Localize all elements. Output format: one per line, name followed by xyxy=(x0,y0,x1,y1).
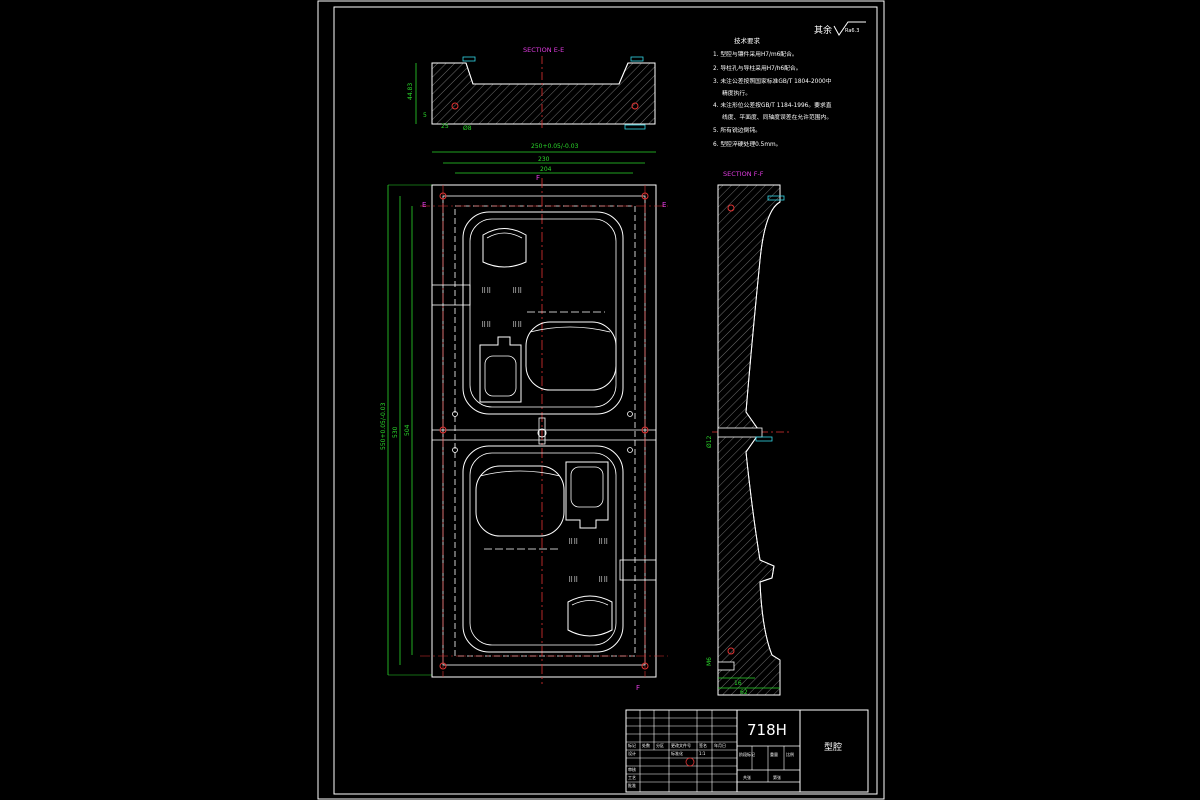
lower-basin xyxy=(475,465,565,537)
section-marker: E xyxy=(662,201,666,209)
upper-pocket xyxy=(482,228,527,268)
ejector-hole xyxy=(627,411,633,417)
dimension-label: 550+0.05/-0.03 xyxy=(380,402,387,450)
stage-label: 比例 xyxy=(786,751,794,757)
title-block: 718H 型腔 标记 处数 分区 更改文件号 签名 年月日 设计 审核 工艺 批… xyxy=(625,709,869,793)
dimension-label: 230 xyxy=(538,156,550,163)
dimension-label: 504 xyxy=(404,424,411,436)
texture-mark-icon: ⠿⠿ xyxy=(598,576,608,584)
note-line: 精度执行。 xyxy=(722,89,751,97)
dimension-label: 204 xyxy=(540,166,552,173)
material-label: 718H xyxy=(747,721,787,739)
header-cell: 更改文件号 xyxy=(671,742,691,748)
lower-slot-inner xyxy=(570,466,604,508)
roughness-value: Ra6.3 xyxy=(845,28,859,34)
note-line: 6. 型腔淬硬处理0.5mm。 xyxy=(713,140,781,148)
sign-label: 审核 xyxy=(628,766,636,772)
header-cell: 签名 xyxy=(699,742,707,748)
upper-cavity-inner xyxy=(469,218,617,408)
upper-pocket-edge xyxy=(486,232,523,239)
section-marker: E xyxy=(422,201,426,209)
texture-mark-icon: ⠿⠿ xyxy=(598,538,608,546)
dimension-label: 16 xyxy=(734,680,742,687)
upper-basin xyxy=(525,321,617,391)
plate-outline xyxy=(431,184,657,678)
datum-flag xyxy=(624,124,646,130)
dimension-label: 25 xyxy=(441,123,449,130)
upper-slot-inner xyxy=(484,355,517,397)
sign-label: 工艺 xyxy=(628,775,636,780)
dimension-label: 530 xyxy=(392,426,399,438)
sheet-inner-frame xyxy=(333,6,878,795)
stage-label: 阶段标记 xyxy=(739,751,755,757)
header-cell: 标记 xyxy=(628,742,636,748)
datum-flag xyxy=(462,56,476,62)
dimension-label: 250+0.05/-0.03 xyxy=(531,143,579,150)
thread-hole xyxy=(717,661,735,671)
plan-view: 250+0.05/-0.03 230 204 550+0.05/-0.03 53… xyxy=(380,143,668,692)
dimension-label: 5 xyxy=(423,112,427,119)
dimension-label: Ø8 xyxy=(463,125,472,132)
section-marker: F xyxy=(536,174,540,182)
sign-label: 批准 xyxy=(628,782,636,788)
scale-cell: 1:1 xyxy=(699,751,706,756)
texture-mark-icon: ⠿⠿ xyxy=(481,287,491,295)
note-line: 2. 导柱孔与导柱采用H7/h6配合。 xyxy=(713,64,802,72)
upper-cavity xyxy=(462,211,624,415)
section-ee-view: SECTION E-E 44.83 5 25 Ø8 xyxy=(407,46,656,132)
sprue-bore xyxy=(717,427,763,438)
section-ee-body xyxy=(431,62,656,125)
approval-stamp-icon xyxy=(685,757,695,767)
sheet-label: 第张 xyxy=(773,774,781,780)
notes-heading: 技术要求 xyxy=(734,36,761,45)
lower-pocket xyxy=(567,595,613,637)
side-runner xyxy=(431,284,471,306)
dimension-label: Ø12 xyxy=(706,435,713,448)
texture-mark-icon: ⠿⠿ xyxy=(481,321,491,329)
datum-flag xyxy=(755,436,773,442)
part-name-label: 型腔 xyxy=(824,741,842,753)
section-ff-view: SECTION F-F Ø12 M6 16 62 xyxy=(706,170,790,696)
note-line: 3. 未注公差按照国家标准GB/T 1804-2000中 xyxy=(713,77,832,85)
texture-mark-icon: ⠿⠿ xyxy=(568,538,578,546)
ejector-hole xyxy=(627,447,633,453)
note-line: 1. 型腔与镶件采用H7/m6配合。 xyxy=(713,50,798,58)
lower-basin-edge xyxy=(479,470,561,477)
datum-flag xyxy=(630,56,644,62)
stage-label: 重量 xyxy=(770,751,778,757)
note-line: 4. 未注形位公差按GB/T 1184-1996。要求直 xyxy=(713,101,832,109)
side-runner xyxy=(619,559,657,581)
insert-outline xyxy=(442,195,646,666)
scale-cell: 标准化 xyxy=(671,750,683,756)
section-ff-body xyxy=(717,184,781,696)
texture-mark-icon: ⠿⠿ xyxy=(512,287,522,295)
texture-mark-icon: ⠿⠿ xyxy=(512,321,522,329)
section-ee-title: SECTION E-E xyxy=(523,46,564,54)
technical-notes: 技术要求 1. 型腔与镶件采用H7/m6配合。 2. 导柱孔与导柱采用H7/h6… xyxy=(713,36,832,148)
note-line: 线度、平面度、同轴度误差在允许范围内。 xyxy=(722,113,832,121)
dimension-label: 62 xyxy=(740,689,748,696)
section-marker: F xyxy=(636,684,640,692)
dimension-label: 44.83 xyxy=(407,83,414,100)
lower-pocket-edge xyxy=(571,600,609,606)
section-ee-cavity-edge xyxy=(465,62,629,85)
roughness-symbol: 其余 Ra6.3 xyxy=(814,21,866,36)
roughness-label: 其余 xyxy=(814,24,832,36)
sheet-label: 共张 xyxy=(743,774,751,780)
cad-drawing-sheet: 其余 Ra6.3 技术要求 1. 型腔与镶件采用H7/m6配合。 2. 导柱孔与… xyxy=(317,0,885,800)
header-cell: 处数 xyxy=(642,742,650,748)
note-line: 5. 所有锐边倒钝。 xyxy=(713,126,761,134)
sign-label: 设计 xyxy=(628,750,636,756)
texture-mark-icon: ⠿⠿ xyxy=(568,576,578,584)
header-cell: 年月日 xyxy=(714,742,726,748)
lower-slot xyxy=(565,461,609,529)
dimension-label: M6 xyxy=(706,657,713,666)
header-cell: 分区 xyxy=(656,742,664,748)
section-ff-title: SECTION F-F xyxy=(723,170,764,178)
